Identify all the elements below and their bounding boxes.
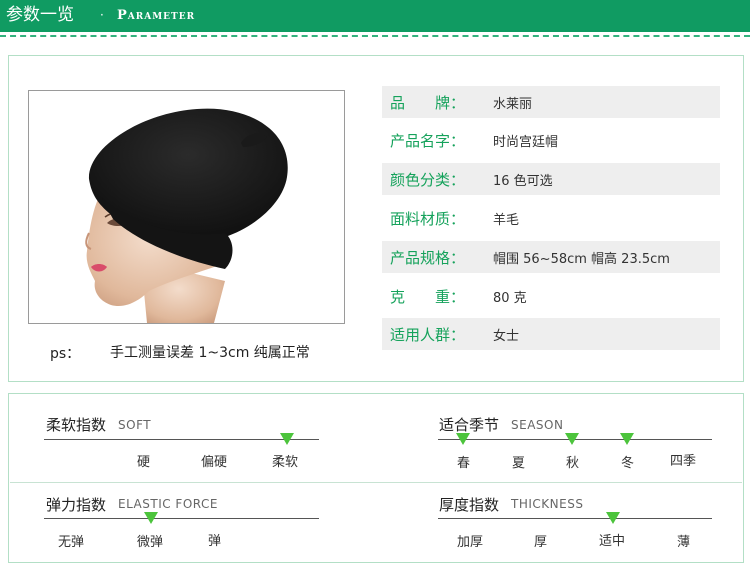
product-photo [28, 90, 345, 324]
thickness-marker-icon [606, 512, 620, 524]
thickness-option: 加厚 [457, 535, 484, 550]
season-option: 冬 [621, 456, 635, 471]
softness-title: 柔软指数 [46, 416, 107, 434]
softness-scale-line [44, 439, 319, 440]
spec-row-product-name: 产品名字： 时尚宫廷帽 [382, 124, 720, 156]
season-marker-icon [456, 433, 470, 445]
elasticity-option: 无弹 [58, 535, 85, 550]
thickness-option: 薄 [677, 535, 691, 550]
spec-label: 颜色分类： [390, 171, 466, 189]
spec-row-size: 产品规格： 帽围 56~58cm 帽高 23.5cm [382, 241, 720, 273]
spec-value: 帽围 56~58cm 帽高 23.5cm [493, 252, 670, 267]
attribute-divider [10, 482, 742, 483]
spec-row-brand: 品 牌： 水莱丽 [382, 86, 720, 118]
softness-option: 偏硬 [201, 455, 228, 470]
spec-label: 面料材质： [390, 210, 466, 228]
spec-label: 克 重： [390, 288, 466, 306]
elasticity-scale-line [44, 518, 319, 519]
spec-value: 时尚宫廷帽 [493, 135, 559, 150]
elasticity-option: 微弹 [137, 535, 164, 550]
thickness-subtitle: THICKNESS [511, 497, 584, 511]
softness-marker-icon [280, 433, 294, 445]
header-title: 参数一览 [6, 5, 74, 25]
spec-row-weight: 克 重： 80 克 [382, 280, 720, 312]
thickness-option: 适中 [599, 534, 626, 549]
spec-label: 适用人群： [390, 326, 466, 344]
season-option: 四季 [670, 454, 697, 469]
header-dashed-divider [0, 35, 750, 37]
header-dot: · [100, 8, 104, 22]
season-title: 适合季节 [439, 416, 500, 434]
season-option: 春 [457, 456, 471, 471]
season-option: 夏 [512, 456, 526, 471]
beret-mannequin-image [85, 108, 288, 323]
season-marker-icon [620, 433, 634, 445]
spec-value: 80 克 [493, 291, 527, 306]
season-marker-icon [565, 433, 579, 445]
spec-row-color: 颜色分类： 16 色可选 [382, 163, 720, 195]
elasticity-title: 弹力指数 [46, 496, 107, 514]
spec-value: 女士 [493, 329, 520, 344]
spec-label: 产品名字： [390, 132, 466, 150]
season-subtitle: SEASON [511, 418, 564, 432]
season-option: 秋 [566, 456, 580, 471]
elasticity-option: 弹 [208, 534, 222, 549]
ps-label: ps： [50, 346, 81, 362]
spec-value: 16 色可选 [493, 174, 553, 189]
softness-option: 柔软 [272, 455, 299, 470]
header-bar [0, 0, 750, 32]
thickness-option: 厚 [534, 535, 548, 550]
spec-value: 羊毛 [493, 213, 520, 228]
ps-note: 手工测量误差 1~3cm 纯属正常 [110, 345, 310, 361]
spec-row-material: 面料材质： 羊毛 [382, 202, 720, 234]
spec-row-audience: 适用人群： 女士 [382, 318, 720, 350]
header-subtitle: Parameter [117, 8, 196, 23]
elasticity-subtitle: ELASTIC FORCE [118, 497, 218, 511]
softness-option: 硬 [137, 455, 151, 470]
spec-label: 品 牌： [390, 94, 466, 112]
spec-label: 产品规格： [390, 249, 466, 267]
thickness-title: 厚度指数 [439, 496, 500, 514]
elasticity-marker-icon [144, 512, 158, 524]
softness-subtitle: SOFT [118, 418, 152, 432]
thickness-scale-line [438, 518, 712, 519]
spec-value: 水莱丽 [493, 97, 533, 112]
